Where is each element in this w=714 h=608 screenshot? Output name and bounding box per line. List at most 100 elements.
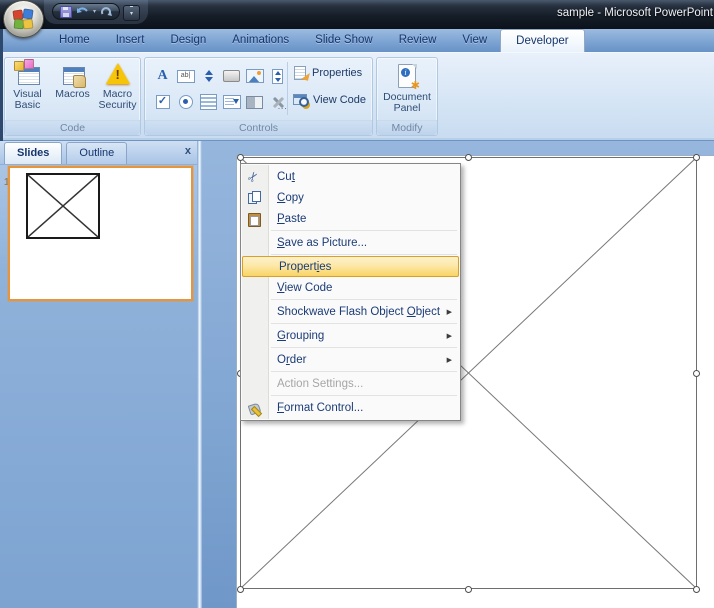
cut-icon (247, 169, 262, 184)
repeat-button[interactable] (100, 6, 112, 17)
ribbon-group-code: Visual Basic Macros ! Macro Security Cod… (4, 57, 141, 136)
tab-outline[interactable]: Outline (66, 142, 127, 164)
resize-handle-bottom-middle[interactable] (465, 586, 472, 593)
menu-separator (271, 323, 457, 324)
tab-developer[interactable]: Developer (500, 29, 584, 52)
window-left-edge (0, 29, 3, 141)
menu-item-format-control[interactable]: Format Control... (241, 397, 460, 418)
menu-item-cut[interactable]: Cut (241, 166, 460, 187)
ribbon-group-modify: i✱ Document Panel Modify (376, 57, 438, 136)
menu-item-copy[interactable]: Copy (241, 187, 460, 208)
toggle-button-control-button[interactable] (244, 89, 265, 115)
visual-basic-icon (14, 61, 41, 87)
menu-separator (271, 254, 457, 255)
image-control-icon (246, 69, 264, 83)
window-title: sample - Microsoft PowerPoint (557, 7, 714, 19)
option-button-control-button[interactable] (175, 89, 196, 115)
resize-handle-top-middle[interactable] (465, 154, 472, 161)
resize-handle-bottom-left[interactable] (237, 586, 244, 593)
powerpoint-window: sample - Microsoft PowerPoint ▾ ▾ Home I… (0, 0, 714, 608)
customize-quick-access-button[interactable]: ▾ (123, 5, 140, 21)
tab-insert[interactable]: Insert (103, 29, 158, 51)
resize-handle-middle-right[interactable] (693, 370, 700, 377)
more-controls-button[interactable]: ... (267, 89, 288, 115)
menu-item-save-as-picture[interactable]: Save as Picture... (241, 232, 460, 253)
slides-panel: Slides Outline x 1 (0, 141, 197, 608)
text-box-control-icon: ab| (177, 70, 195, 83)
command-button-control-icon (223, 70, 240, 82)
menu-item-grouping[interactable]: Grouping (241, 325, 460, 346)
option-button-control-icon (179, 95, 193, 109)
resize-handle-top-left[interactable] (237, 154, 244, 161)
menu-item-action-settings: Action Settings... (241, 373, 460, 394)
check-box-control-button[interactable]: ✓ (152, 89, 173, 115)
menu-item-view-code[interactable]: View Code (241, 277, 460, 298)
tab-slide-show[interactable]: Slide Show (302, 29, 386, 51)
menu-separator (271, 347, 457, 348)
tab-view[interactable]: View (449, 29, 500, 51)
macros-icon (59, 61, 86, 87)
scroll-bar-control-icon (272, 69, 283, 84)
toggle-button-control-icon (246, 96, 263, 109)
spin-button-control-icon (205, 70, 213, 82)
tab-design[interactable]: Design (157, 29, 219, 51)
menu-item-order[interactable]: Order (241, 349, 460, 370)
properties-button[interactable]: Properties (293, 62, 366, 84)
list-box-control-icon (200, 94, 217, 110)
view-code-button[interactable]: View Code (293, 89, 366, 111)
workspace: Slides Outline x 1 (0, 141, 714, 608)
label-control-button[interactable]: A (152, 63, 173, 89)
macro-security-icon: ! (104, 61, 132, 87)
view-code-icon (293, 93, 309, 107)
label-control-icon: A (157, 68, 167, 84)
undo-button[interactable] (76, 6, 89, 17)
text-box-control-button[interactable]: ab| (175, 63, 196, 89)
office-logo-icon (13, 9, 33, 28)
properties-icon (293, 66, 308, 80)
quick-access-toolbar: ▾ (52, 3, 120, 20)
ribbon: Visual Basic Macros ! Macro Security Cod… (0, 52, 714, 141)
image-control-button[interactable] (244, 63, 265, 89)
close-panel-button[interactable]: x (185, 145, 191, 157)
paste-icon (247, 211, 262, 226)
menu-item-properties[interactable]: Properties (242, 256, 459, 277)
office-button[interactable] (3, 0, 44, 38)
context-menu: Cut Copy Paste Save as Picture... Proper… (240, 163, 461, 421)
spin-button-control-button[interactable] (198, 63, 219, 89)
slide-thumbnail[interactable] (8, 166, 193, 301)
more-controls-icon: ... (270, 95, 286, 109)
tab-animations[interactable]: Animations (219, 29, 302, 51)
list-box-control-button[interactable] (198, 89, 219, 115)
menu-separator (271, 299, 457, 300)
copy-icon (247, 190, 262, 205)
resize-handle-bottom-right[interactable] (693, 586, 700, 593)
slides-panel-tabs: Slides Outline x (0, 141, 197, 165)
command-button-control-button[interactable] (221, 63, 242, 89)
panel-splitter[interactable] (197, 141, 202, 608)
resize-handle-top-right[interactable] (693, 154, 700, 161)
menu-item-paste[interactable]: Paste (241, 208, 460, 229)
menu-separator (271, 230, 457, 231)
ribbon-tab-row: Home Insert Design Animations Slide Show… (0, 29, 714, 52)
document-panel-icon: i✱ (396, 64, 418, 90)
controls-divider (287, 62, 288, 115)
tab-slides[interactable]: Slides (4, 142, 62, 164)
menu-item-shockwave-flash-object[interactable]: Shockwave Flash Object Object (241, 301, 460, 322)
group-label-modify: Modify (377, 120, 437, 135)
group-label-code: Code (5, 120, 140, 135)
menu-separator (271, 395, 457, 396)
tab-review[interactable]: Review (386, 29, 450, 51)
combo-box-control-icon (223, 95, 241, 109)
scroll-bar-control-button[interactable] (267, 63, 288, 89)
combo-box-control-button[interactable] (221, 89, 242, 115)
format-control-icon (247, 400, 262, 415)
title-bar: sample - Microsoft PowerPoint ▾ ▾ (0, 0, 714, 29)
menu-separator (271, 371, 457, 372)
tab-home[interactable]: Home (46, 29, 103, 51)
thumbnail-flash-object (26, 173, 100, 239)
save-icon[interactable] (60, 6, 72, 18)
document-panel-button[interactable]: i✱ Document Panel (377, 58, 437, 114)
check-box-control-icon: ✓ (156, 95, 170, 109)
undo-dropdown-icon[interactable]: ▾ (93, 9, 96, 15)
group-label-controls: Controls (145, 120, 372, 135)
